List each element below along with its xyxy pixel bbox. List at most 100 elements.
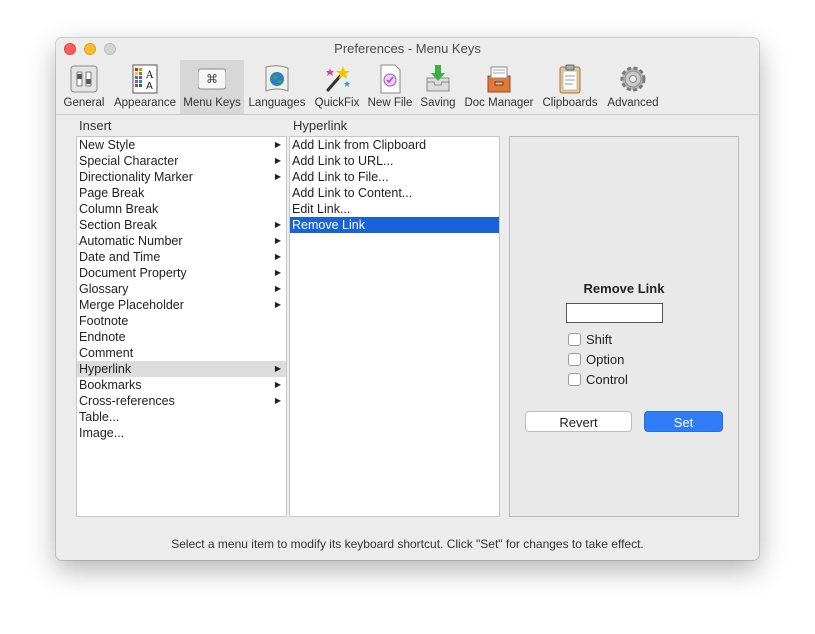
submenu-arrow-icon: ▶ (274, 140, 281, 149)
shift-checkbox-box[interactable] (568, 333, 581, 346)
insert-menu-item[interactable]: Merge Placeholder ▶ (77, 297, 286, 313)
hyperlink-list[interactable]: Add Link from Clipboard Add Link to URL..… (289, 136, 500, 517)
tab-clipboards[interactable]: Clipboards (540, 60, 600, 114)
shortcut-editor-panel: Remove Link Shift Option Control Revert … (509, 136, 739, 517)
gear-icon (620, 66, 646, 92)
tab-saving-label: Saving (420, 97, 456, 109)
appearance-icon: A A (132, 64, 158, 94)
submenu-arrow-icon: ▶ (274, 252, 281, 261)
tab-menu-keys[interactable]: ⌘ Menu Keys (180, 60, 244, 114)
tab-doc-manager-label: Doc Manager (464, 97, 534, 109)
window-title: Preferences - Menu Keys (334, 41, 481, 56)
tab-advanced-label: Advanced (607, 97, 659, 109)
clipboard-icon (559, 64, 581, 94)
file-drawer-icon (487, 66, 511, 93)
tab-clipboards-label: Clipboards (542, 97, 598, 109)
insert-menu-item-label: Directionality Marker (79, 170, 193, 184)
insert-menu-item[interactable]: Comment (77, 345, 286, 361)
hyperlink-menu-item-label: Remove Link (292, 218, 365, 232)
tab-new-file-label: New File (367, 97, 413, 109)
toolbar: General A A Appearance ⌘ Menu Keys Langu… (56, 60, 759, 115)
switches-icon (70, 65, 98, 93)
footer-hint: Select a menu item to modify its keyboar… (171, 537, 644, 551)
globe-flag-icon (265, 65, 289, 92)
tab-general[interactable]: General (60, 60, 108, 114)
insert-menu-item[interactable]: New Style ▶ (77, 137, 286, 153)
hyperlink-menu-item[interactable]: Add Link to Content... (290, 185, 499, 201)
magic-wand-icon (326, 66, 350, 92)
tab-saving[interactable]: Saving (418, 60, 458, 114)
insert-menu-item[interactable]: Footnote (77, 313, 286, 329)
hyperlink-menu-item-label: Add Link from Clipboard (292, 138, 427, 152)
selected-item-title: Remove Link (583, 281, 665, 296)
submenu-arrow-icon: ▶ (274, 364, 281, 373)
insert-menu-item-label: Bookmarks (79, 378, 142, 392)
insert-menu-item[interactable]: Image... (77, 425, 286, 441)
submenu-arrow-icon: ▶ (274, 172, 281, 181)
tab-appearance[interactable]: A A Appearance (110, 60, 180, 114)
insert-menu-item[interactable]: Glossary ▶ (77, 281, 286, 297)
hyperlink-menu-item[interactable]: Add Link to URL... (290, 153, 499, 169)
submenu-arrow-icon: ▶ (274, 236, 281, 245)
insert-menu-item[interactable]: Column Break (77, 201, 286, 217)
insert-menu-item[interactable]: Special Character ▶ (77, 153, 286, 169)
insert-menu-item-label: Comment (79, 346, 134, 360)
insert-menu-item-label: Page Break (79, 186, 145, 200)
shortcut-input[interactable] (566, 303, 663, 323)
insert-menu-item[interactable]: Page Break (77, 185, 286, 201)
insert-menu-item-label: Glossary (79, 282, 129, 296)
tab-quickfix-label: QuickFix (314, 97, 360, 109)
insert-menu-item-label: Image... (79, 426, 125, 440)
insert-menu-item[interactable]: Table... (77, 409, 286, 425)
control-checkbox-label: Control (586, 372, 628, 387)
submenu-arrow-icon: ▶ (274, 284, 281, 293)
insert-menu-item[interactable]: Document Property ▶ (77, 265, 286, 281)
hyperlink-menu-item-label: Add Link to File... (292, 170, 389, 184)
tab-languages-label: Languages (248, 97, 306, 109)
submenu-arrow-icon: ▶ (274, 380, 281, 389)
control-checkbox-box[interactable] (568, 373, 581, 386)
insert-menu-item-label: Section Break (79, 218, 157, 232)
insert-menu-item-label: Automatic Number (79, 234, 183, 248)
submenu-arrow-icon: ▶ (274, 396, 281, 405)
insert-menu-item-label: Cross-references (79, 394, 175, 408)
insert-menu-item[interactable]: Endnote (77, 329, 286, 345)
insert-menu-item-label: Endnote (79, 330, 126, 344)
insert-menu-item[interactable]: Hyperlink ▶ (77, 361, 286, 377)
hyperlink-menu-item[interactable]: Add Link to File... (290, 169, 499, 185)
insert-menu-item-label: Hyperlink (79, 362, 132, 376)
tab-quickfix[interactable]: QuickFix (312, 60, 362, 114)
submenu-arrow-icon: ▶ (274, 300, 281, 309)
insert-menu-item-label: Document Property (79, 266, 187, 280)
option-checkbox-label: Option (586, 352, 625, 367)
insert-menu-item[interactable]: Section Break ▶ (77, 217, 286, 233)
insert-menu-item[interactable]: Automatic Number ▶ (77, 233, 286, 249)
insert-list[interactable]: New Style ▶ Special Character ▶ Directionali… (76, 136, 287, 517)
insert-menu-item-label: Footnote (79, 314, 129, 328)
title-bar: Preferences - Menu Keys (56, 38, 759, 60)
svg-text:A: A (145, 70, 154, 81)
hyperlink-menu-item[interactable]: Add Link from Clipboard (290, 137, 499, 153)
hyperlink-menu-item-label: Edit Link... (292, 202, 351, 216)
insert-menu-item[interactable]: Bookmarks ▶ (77, 377, 286, 393)
insert-menu-item[interactable]: Directionality Marker ▶ (77, 169, 286, 185)
insert-menu-item[interactable]: Date and Time ▶ (77, 249, 286, 265)
svg-text:⌘: ⌘ (206, 72, 218, 86)
hyperlink-menu-item[interactable]: Edit Link... (290, 201, 499, 217)
revert-button[interactable]: Revert (525, 411, 632, 432)
insert-menu-item[interactable]: Cross-references ▶ (77, 393, 286, 409)
insert-menu-item-label: Special Character (79, 154, 179, 168)
tab-doc-manager[interactable]: Doc Manager (460, 60, 538, 114)
hyperlink-menu-item[interactable]: Remove Link (290, 217, 499, 233)
insert-menu-item-label: Merge Placeholder (79, 298, 184, 312)
hyperlink-menu-item-label: Add Link to URL... (292, 154, 394, 168)
tab-new-file[interactable]: New File (364, 60, 416, 114)
tab-general-label: General (63, 97, 105, 109)
set-button[interactable]: Set (644, 411, 723, 432)
option-checkbox-box[interactable] (568, 353, 581, 366)
tab-advanced[interactable]: Advanced (602, 60, 664, 114)
tab-languages[interactable]: Languages (246, 60, 308, 114)
hyperlink-column-header: Hyperlink (293, 118, 348, 133)
submenu-arrow-icon: ▶ (274, 220, 281, 229)
submenu-arrow-icon: ▶ (274, 268, 281, 277)
